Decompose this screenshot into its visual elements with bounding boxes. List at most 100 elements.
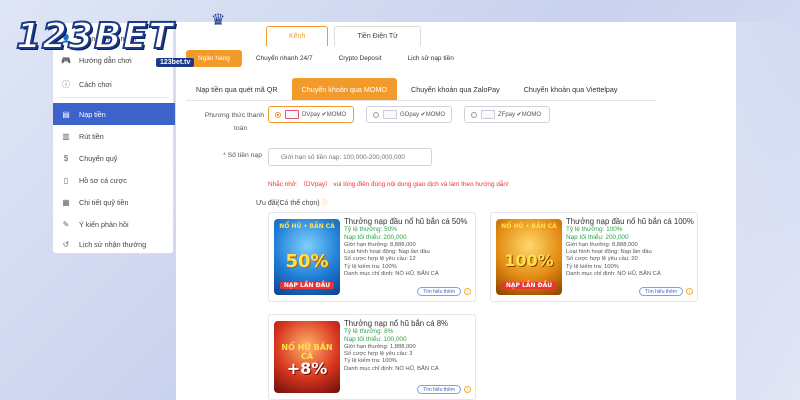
promo-title: Thưởng nạp đầu nổ hũ bắn cá 100% bbox=[566, 217, 694, 226]
payment-method-label-line1: Phương thức thanh bbox=[204, 112, 264, 119]
tab-viettelpay-transfer[interactable]: Chuyển khoản qua Viettelpay bbox=[514, 78, 628, 100]
tab-channel[interactable]: Kênh bbox=[266, 26, 329, 46]
promo-card[interactable]: NỔ HŨ • BẮN CÁ 50% NẠP LẦN ĐẦU Thưởng nạ… bbox=[268, 212, 476, 302]
momo-badge-icon bbox=[383, 110, 397, 119]
promo-rate: Tỷ lệ thưởng: 8% bbox=[344, 328, 394, 335]
radio-icon bbox=[373, 111, 379, 118]
promo-line: Danh mục chỉ định: NỔ HŨ, BẮN CÁ bbox=[566, 270, 661, 277]
info-icon[interactable]: i bbox=[464, 288, 471, 295]
learn-more-button[interactable]: Tìm hiểu thêm bbox=[639, 287, 683, 296]
promo-image-bottom: NẠP LẦN ĐẦU bbox=[502, 282, 556, 289]
method-gopay[interactable]: GOpay ✔MOMO bbox=[366, 106, 452, 123]
transfer-icon: $ bbox=[63, 153, 69, 163]
promo-title-text: Ưu đãi(Có thể chọn) bbox=[256, 200, 320, 207]
logo-url: 123bet.tv bbox=[156, 58, 195, 67]
document-icon: ▯ bbox=[63, 175, 69, 185]
sidebar-item-fund-details[interactable]: ▦ Chi tiết quỹ tiền bbox=[53, 191, 175, 213]
method-label: GOpay ✔MOMO bbox=[400, 112, 446, 118]
promo-image: NỔ HŨ BẮN CÁ +8% bbox=[274, 321, 340, 393]
info-icon[interactable]: i bbox=[464, 386, 471, 393]
method-dvpay[interactable]: DVpay ✔MOMO bbox=[268, 106, 354, 123]
payment-method-label-line2: toán bbox=[234, 125, 248, 132]
tab-fast-transfer[interactable]: Chuyển nhanh 24/7 bbox=[244, 50, 325, 67]
chart-icon: ▦ bbox=[62, 197, 70, 207]
method-label: ZFpay ✔MOMO bbox=[498, 112, 542, 118]
promo-line: Danh mục chỉ định: NỔ HŨ, BẮN CÁ bbox=[344, 270, 439, 277]
promo-line: Số cược hợp lệ yêu cầu: 12 bbox=[344, 256, 416, 263]
momo-badge-icon bbox=[285, 110, 299, 119]
learn-more-button[interactable]: Tìm hiểu thêm bbox=[417, 287, 461, 296]
reminder-message: vui lòng điền đúng nội dung giao dịch và… bbox=[333, 181, 509, 188]
promo-title: Thưởng nạp đầu nổ hũ bắn cá 50% bbox=[344, 217, 468, 226]
sidebar-item-label: Nạp tiền bbox=[79, 109, 106, 119]
reminder-text: Nhắc nhở: （DVpay） vui lòng điền đúng nội… bbox=[268, 179, 509, 188]
top-tabs: Kênh Tiền Điện Tử bbox=[266, 26, 421, 46]
promo-image-percent: 100% bbox=[504, 251, 554, 270]
promo-line: Giới hạn thưởng: 8,888,000 bbox=[566, 242, 638, 248]
learn-more-button[interactable]: Tìm hiểu thêm bbox=[417, 385, 461, 394]
promo-image-percent: +8% bbox=[286, 359, 328, 378]
tab-momo-transfer[interactable]: Chuyển khoản qua MOMO bbox=[291, 78, 398, 100]
sidebar-item-label: Cách chơi bbox=[79, 79, 112, 89]
sidebar-item-label: Lịch sử nhận thưởng bbox=[79, 239, 147, 249]
momo-badge-icon bbox=[481, 110, 495, 119]
tab-crypto[interactable]: Tiền Điện Tử bbox=[334, 26, 421, 46]
promo-image: NỔ HŨ • BẮN CÁ 50% NẠP LẦN ĐẦU bbox=[274, 219, 340, 295]
brand-logo[interactable]: 123BET ♛ 123bet.tv bbox=[6, 8, 251, 78]
deposit-panel: Kênh Tiền Điện Tử Ngân hàng Chuyển nhanh… bbox=[176, 22, 736, 400]
sidebar-item-label: Ý kiến phản hồi bbox=[79, 219, 129, 229]
sidebar-item-bet-records[interactable]: ▯ Hồ sơ cá cược bbox=[53, 169, 175, 191]
promo-image-top: NỔ HŨ • BẮN CÁ bbox=[279, 223, 335, 230]
amount-input[interactable] bbox=[268, 148, 432, 166]
info-icon: ⓘ bbox=[321, 201, 328, 207]
sidebar-item-withdraw[interactable]: ▥ Rút tiền bbox=[53, 125, 175, 147]
payment-method-label: Phương thức thanh toán bbox=[184, 112, 264, 132]
payment-tabs: Nạp tiền qua quét mã QR Chuyển khoản qua… bbox=[186, 78, 656, 101]
promo-details: Thưởng nạp đầu nổ hũ bắn cá 100% Tỷ lệ t… bbox=[566, 217, 694, 278]
promo-line: Số cược hợp lệ yêu cầu: 20 bbox=[566, 256, 638, 263]
promo-card[interactable]: NỔ HŨ • BẮN CÁ 100% NẠP LẦN ĐẦU Thưởng n… bbox=[490, 212, 698, 302]
promo-rate: Tỷ lệ thưởng: 50% bbox=[344, 226, 397, 233]
sidebar-item-label: Chuyển quỹ bbox=[79, 153, 118, 163]
promo-line: Tỷ lệ kiếm tra: 100% bbox=[344, 358, 397, 365]
radio-icon bbox=[275, 111, 281, 118]
promo-details: Thưởng nạp nổ hũ bắn cá 8% Tỷ lệ thưởng:… bbox=[344, 319, 472, 373]
promo-line: Giới hạn thưởng: 1,888,000 bbox=[344, 344, 416, 350]
promo-card[interactable]: NỔ HŨ BẮN CÁ +8% Thưởng nạp nổ hũ bắn cá… bbox=[268, 314, 476, 400]
promo-image-top: NỔ HŨ • BẮN CÁ bbox=[501, 223, 557, 230]
promo-line: Loại hình hoạt động: Nạp lần đầu bbox=[344, 249, 430, 256]
promo-image: NỔ HŨ • BẮN CÁ 100% NẠP LẦN ĐẦU bbox=[496, 219, 562, 295]
tab-crypto-deposit[interactable]: Crypto Deposit bbox=[327, 50, 394, 67]
sidebar-item-transfer[interactable]: $ Chuyển quỹ bbox=[53, 147, 175, 169]
promo-min: Nạp tối thiểu: 100,000 bbox=[344, 336, 407, 343]
logo-text: 123BET bbox=[15, 15, 174, 58]
info-icon[interactable]: i bbox=[686, 288, 693, 295]
deposit-icon: ▤ bbox=[62, 109, 70, 119]
sidebar-item-deposit[interactable]: ▤ Nạp tiền bbox=[53, 103, 175, 125]
promo-details: Thưởng nạp đầu nổ hũ bắn cá 50% Tỷ lệ th… bbox=[344, 217, 472, 278]
info-icon: ⓘ bbox=[62, 79, 70, 89]
radio-icon bbox=[471, 111, 477, 118]
promo-rate: Tỷ lệ thưởng: 100% bbox=[566, 226, 623, 233]
history-icon: ↺ bbox=[62, 239, 70, 249]
method-zfpay[interactable]: ZFpay ✔MOMO bbox=[464, 106, 550, 123]
method-label: DVpay ✔MOMO bbox=[302, 112, 347, 118]
payment-method-options: DVpay ✔MOMO GOpay ✔MOMO ZFpay ✔MOMO bbox=[268, 106, 550, 123]
sidebar-item-label: Chi tiết quỹ tiền bbox=[79, 197, 129, 207]
amount-label: * Số tiền nạp bbox=[223, 152, 262, 159]
tab-deposit-history[interactable]: Lịch sử nạp tiền bbox=[396, 50, 466, 67]
promo-image-bottom: NẠP LẦN ĐẦU bbox=[280, 282, 334, 289]
promo-title: Ưu đãi(Có thể chọn) ⓘ bbox=[256, 198, 328, 207]
sidebar-item-label: Hồ sơ cá cược bbox=[79, 175, 127, 185]
tab-qr-deposit[interactable]: Nạp tiền qua quét mã QR bbox=[186, 78, 288, 100]
tab-zalopay-transfer[interactable]: Chuyển khoản qua ZaloPay bbox=[401, 78, 510, 100]
sidebar-item-reward-history[interactable]: ↺ Lịch sử nhận thưởng bbox=[53, 233, 175, 255]
promo-line: Danh mục chỉ định: NỔ HŨ, BẮN CÁ bbox=[344, 365, 439, 372]
withdraw-icon: ▥ bbox=[62, 131, 70, 141]
promo-image-percent: 50% bbox=[285, 251, 329, 272]
divider bbox=[59, 97, 167, 98]
feedback-icon: ✎ bbox=[62, 219, 70, 229]
sidebar-item-feedback[interactable]: ✎ Ý kiến phản hồi bbox=[53, 213, 175, 235]
promo-title: Thưởng nạp nổ hũ bắn cá 8% bbox=[344, 319, 448, 328]
reminder-prefix: Nhắc nhở: （DVpay） bbox=[268, 181, 332, 188]
